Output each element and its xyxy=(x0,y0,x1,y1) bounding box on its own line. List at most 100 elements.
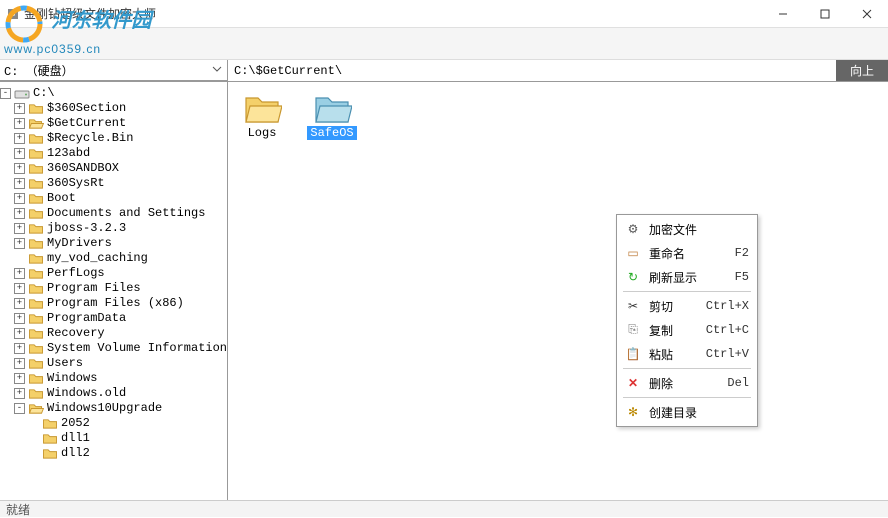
menu-item-paste[interactable]: 📋粘贴Ctrl+V xyxy=(619,342,755,366)
expand-icon[interactable]: + xyxy=(14,238,25,249)
expand-icon[interactable]: + xyxy=(14,118,25,129)
maximize-button[interactable] xyxy=(804,0,846,28)
minimize-button[interactable] xyxy=(762,0,804,28)
menu-item-cut[interactable]: ✂剪切Ctrl+X xyxy=(619,294,755,318)
tree-item-label: Program Files xyxy=(47,281,141,296)
menu-shortcut: F5 xyxy=(735,270,749,284)
expand-icon[interactable]: + xyxy=(14,223,25,234)
tree-item[interactable]: -Windows10Upgrade xyxy=(14,401,227,416)
tree-item-label: Boot xyxy=(47,191,76,206)
tree-item[interactable]: dll1 xyxy=(28,431,227,446)
file-item[interactable]: SafeOS xyxy=(306,90,358,140)
folder-closed-icon xyxy=(28,267,44,280)
menu-item-delete[interactable]: ✕删除Del xyxy=(619,371,755,395)
expand-icon[interactable]: + xyxy=(14,298,25,309)
tree-item[interactable]: dll2 xyxy=(28,446,227,461)
tree-item[interactable]: +360SysRt xyxy=(14,176,227,191)
folder-closed-icon xyxy=(42,447,58,460)
folder-closed-icon xyxy=(28,327,44,340)
file-panel[interactable]: Logs SafeOS ⚙加密文件▭重命名F2↻刷新显示F5 ✂剪切Ctrl+X⎘复制… xyxy=(228,82,888,500)
menu-label: 删除 xyxy=(649,375,719,392)
tree-item[interactable]: my_vod_caching xyxy=(14,251,227,266)
expand-icon[interactable]: + xyxy=(14,313,25,324)
tree-item[interactable]: + Program Files xyxy=(14,281,227,296)
menu-item-copy[interactable]: ⎘复制Ctrl+C xyxy=(619,318,755,342)
folder-open-icon xyxy=(28,117,44,130)
tree-item[interactable]: + Windows xyxy=(14,371,227,386)
drive-combo[interactable]: C: （硬盘） xyxy=(0,60,228,81)
toolbar-area xyxy=(0,28,888,60)
tree-item[interactable]: +Program Files (x86) xyxy=(14,296,227,311)
tree-item-label: Recovery xyxy=(47,326,105,341)
expand-icon[interactable]: + xyxy=(14,163,25,174)
tree-item-label: MyDrivers xyxy=(47,236,112,251)
tree-item-label: Windows.old xyxy=(47,386,126,401)
expand-icon[interactable]: + xyxy=(14,388,25,399)
tree-item[interactable]: 2052 xyxy=(28,416,227,431)
folder-closed-icon xyxy=(28,387,44,400)
menu-item-rename[interactable]: ▭重命名F2 xyxy=(619,241,755,265)
menu-shortcut: F2 xyxy=(735,246,749,260)
menu-item-newfolder[interactable]: ✻ 创建目录 xyxy=(619,400,755,424)
tree-item[interactable]: + MyDrivers xyxy=(14,236,227,251)
tree-root[interactable]: - C:\ xyxy=(0,86,227,101)
tree-item[interactable]: +jboss-3.2.3 xyxy=(14,221,227,236)
expand-icon[interactable]: + xyxy=(14,193,25,204)
status-text: 就绪 xyxy=(6,501,30,518)
path-input[interactable] xyxy=(228,60,836,81)
refresh-icon: ↻ xyxy=(625,269,641,285)
expand-icon[interactable]: + xyxy=(14,343,25,354)
tree-item[interactable]: +$360Section xyxy=(14,101,227,116)
menu-label: 创建目录 xyxy=(649,404,741,421)
up-button[interactable]: 向上 xyxy=(836,60,888,81)
statusbar: 就绪 xyxy=(0,500,888,517)
newfolder-icon: ✻ xyxy=(625,404,641,420)
expand-icon[interactable]: + xyxy=(14,133,25,144)
folder-closed-icon xyxy=(28,132,44,145)
tree-item[interactable]: + Windows.old xyxy=(14,386,227,401)
paste-icon: 📋 xyxy=(625,346,641,362)
collapse-icon[interactable]: - xyxy=(0,88,11,99)
menu-separator xyxy=(623,291,751,292)
menu-item-refresh[interactable]: ↻刷新显示F5 xyxy=(619,265,755,289)
collapse-icon[interactable]: - xyxy=(14,403,25,414)
folder-closed-icon xyxy=(28,192,44,205)
expand-icon[interactable]: + xyxy=(14,283,25,294)
folder-closed-icon xyxy=(28,312,44,325)
tree-item-label: dll2 xyxy=(61,446,90,461)
menu-shortcut: Del xyxy=(727,376,749,390)
tree-item[interactable]: + Recovery xyxy=(14,326,227,341)
folder-closed-icon xyxy=(28,357,44,370)
tree-item[interactable]: +360SANDBOX xyxy=(14,161,227,176)
expand-icon[interactable]: + xyxy=(14,208,25,219)
expand-icon[interactable]: + xyxy=(14,373,25,384)
folder-closed-icon xyxy=(28,297,44,310)
tree-item[interactable]: + ProgramData xyxy=(14,311,227,326)
file-item[interactable]: Logs xyxy=(236,90,288,140)
tree-item-label: ProgramData xyxy=(47,311,126,326)
expand-icon[interactable]: + xyxy=(14,148,25,159)
tree-item[interactable]: +PerfLogs xyxy=(14,266,227,281)
expand-icon[interactable]: + xyxy=(14,268,25,279)
menu-item-gears[interactable]: ⚙加密文件 xyxy=(619,217,755,241)
tree-item-label: Windows xyxy=(47,371,97,386)
expand-icon[interactable]: + xyxy=(14,358,25,369)
tree-item-label: my_vod_caching xyxy=(47,251,148,266)
tree-item[interactable]: + Boot xyxy=(14,191,227,206)
expand-icon[interactable]: + xyxy=(14,103,25,114)
tree-item[interactable]: +Documents and Settings xyxy=(14,206,227,221)
tree-item[interactable]: +123abd xyxy=(14,146,227,161)
folder-tree[interactable]: - C:\ +$360Section+$GetCurrent+$Recycle.… xyxy=(0,82,228,500)
tree-item[interactable]: +System Volume Information xyxy=(14,341,227,356)
expand-icon[interactable]: + xyxy=(14,328,25,339)
folder-closed-icon xyxy=(28,372,44,385)
tree-item[interactable]: +$GetCurrent xyxy=(14,116,227,131)
tree-item[interactable]: +Users xyxy=(14,356,227,371)
tree-item[interactable]: +$Recycle.Bin xyxy=(14,131,227,146)
drive-label: C: （硬盘） xyxy=(4,62,74,79)
folder-icon xyxy=(312,90,352,124)
expand-icon[interactable]: + xyxy=(14,178,25,189)
tree-item-label: 360SysRt xyxy=(47,176,105,191)
close-button[interactable] xyxy=(846,0,888,28)
menu-label: 复制 xyxy=(649,322,698,339)
